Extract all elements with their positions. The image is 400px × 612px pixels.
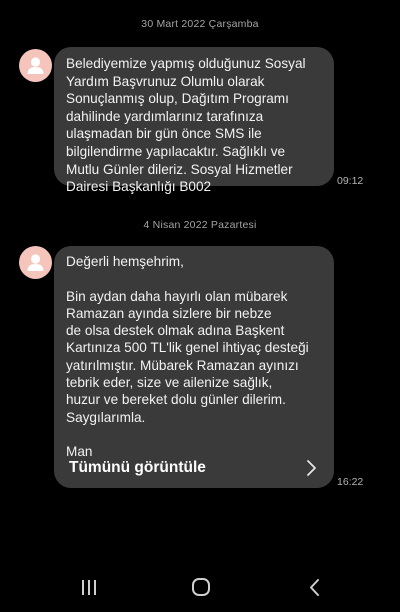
person-icon	[27, 254, 44, 271]
home-icon	[192, 578, 210, 596]
message-text: Değerli hemşehrim, Bin aydan daha hayırl…	[66, 254, 309, 460]
message-time: 16:22	[337, 476, 364, 488]
recent-apps-button[interactable]	[69, 572, 109, 602]
home-button[interactable]	[181, 572, 221, 602]
navigation-bar	[0, 560, 400, 612]
chevron-right-icon	[307, 460, 316, 476]
message-bubble[interactable]: Değerli hemşehrim, Bin aydan daha hayırl…	[54, 246, 334, 488]
back-button[interactable]	[294, 572, 334, 602]
sender-avatar[interactable]	[19, 49, 52, 82]
date-separator: 30 Mart 2022 Çarşamba	[141, 18, 259, 30]
message-time: 09:12	[337, 175, 364, 187]
sender-avatar[interactable]	[19, 246, 52, 279]
view-all-button[interactable]: Tümünü görüntüle	[66, 455, 324, 483]
person-icon	[27, 57, 44, 74]
date-separator: 4 Nisan 2022 Pazartesi	[143, 219, 257, 231]
message-text: Belediyemize yapmış olduğunuz Sosyal Yar…	[66, 56, 306, 195]
message-bubble[interactable]: Belediyemize yapmış olduğunuz Sosyal Yar…	[54, 47, 334, 194]
back-icon	[310, 579, 319, 596]
view-all-label: Tümünü görüntüle	[69, 459, 206, 476]
recent-apps-icon	[82, 580, 96, 595]
